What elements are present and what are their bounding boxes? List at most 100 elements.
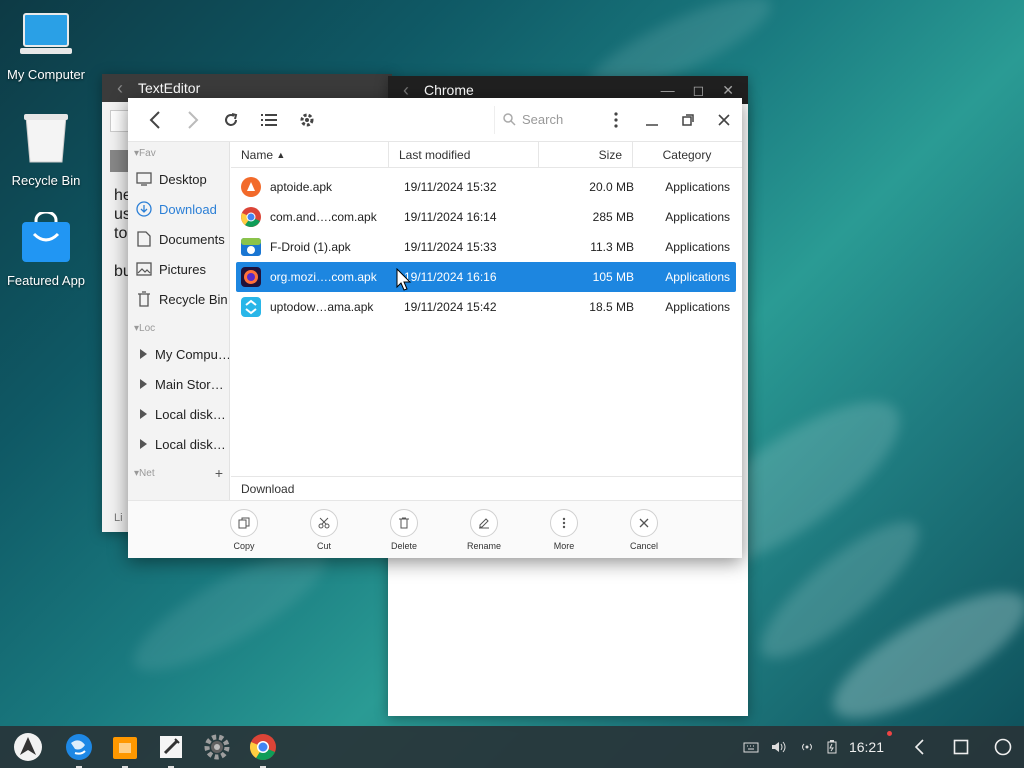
file-row[interactable]: aptoide.apk 19/11/2024 15:32 20.0 MB App… bbox=[236, 172, 736, 202]
start-menu-button[interactable] bbox=[0, 726, 56, 768]
file-modified: 19/11/2024 15:32 bbox=[404, 180, 497, 194]
file-name: com.and….com.apk bbox=[270, 210, 377, 224]
column-header-size[interactable]: Size bbox=[539, 142, 633, 167]
back-button[interactable] bbox=[136, 101, 174, 139]
refresh-button[interactable] bbox=[212, 101, 250, 139]
network-icon[interactable] bbox=[799, 740, 815, 754]
column-header-label: Last modified bbox=[399, 147, 471, 162]
section-label: Net bbox=[139, 467, 155, 479]
column-header-modified[interactable]: Last modified bbox=[389, 142, 539, 167]
chevron-right-icon bbox=[188, 110, 199, 129]
cancel-button[interactable]: Cancel bbox=[604, 501, 684, 558]
minimize-icon[interactable]: — bbox=[661, 82, 675, 99]
view-list-button[interactable] bbox=[250, 101, 288, 139]
volume-icon[interactable] bbox=[771, 740, 787, 754]
sidebar-item-pictures[interactable]: Pictures bbox=[128, 254, 229, 284]
column-header-category[interactable]: Category bbox=[633, 142, 741, 167]
firefox-icon bbox=[241, 267, 261, 287]
close-icon[interactable]: ✕ bbox=[722, 82, 734, 99]
expand-arrow-icon[interactable] bbox=[140, 349, 147, 359]
sidebar-item-desktop[interactable]: Desktop bbox=[128, 164, 229, 194]
sidebar-item-my-computer[interactable]: My Compu… bbox=[128, 339, 229, 369]
circle-home-icon bbox=[994, 738, 1012, 756]
sidebar-item-local-disk[interactable]: Local disk… bbox=[128, 399, 229, 429]
laptop-icon bbox=[0, 12, 94, 61]
more-button[interactable]: More bbox=[524, 501, 604, 558]
column-headers: Name ▲ Last modified Size Category bbox=[231, 142, 742, 168]
expand-arrow-icon[interactable] bbox=[140, 379, 147, 389]
sidebar-item-label: Local disk… bbox=[155, 436, 226, 452]
editor-toolbar-icon[interactable] bbox=[110, 150, 130, 172]
minimize-button[interactable] bbox=[634, 101, 670, 139]
close-icon bbox=[718, 113, 730, 126]
desktop-icon-my-computer[interactable]: My Computer bbox=[0, 12, 94, 82]
sidebar-item-download[interactable]: Download bbox=[128, 194, 229, 224]
sidebar-section-favorites[interactable]: ▾ Fav bbox=[128, 142, 229, 164]
close-button[interactable] bbox=[706, 101, 742, 139]
taskbar-app-text-editor[interactable] bbox=[148, 726, 194, 768]
current-path: Download bbox=[231, 476, 742, 500]
column-header-name[interactable]: Name ▲ bbox=[231, 142, 389, 167]
cut-button[interactable]: Cut bbox=[284, 501, 364, 558]
desktop-icon-recycle-bin[interactable]: Recycle Bin bbox=[0, 112, 94, 188]
sidebar-item-main-storage[interactable]: Main Stor… bbox=[128, 369, 229, 399]
refresh-icon bbox=[225, 112, 238, 126]
text-editor-icon bbox=[160, 736, 182, 758]
desktop-icon-label: Featured App bbox=[6, 273, 86, 288]
search-icon bbox=[503, 113, 516, 126]
editor-toolbar-icon[interactable] bbox=[110, 110, 130, 132]
sidebar-section-locations[interactable]: ▾ Loc bbox=[128, 317, 229, 339]
rename-button[interactable]: Rename bbox=[444, 501, 524, 558]
taskbar-app-browser[interactable] bbox=[56, 726, 102, 768]
settings-button[interactable] bbox=[288, 101, 326, 139]
forward-button[interactable] bbox=[174, 101, 212, 139]
file-row[interactable]: com.and….com.apk 19/11/2024 16:14 285 MB… bbox=[236, 202, 736, 232]
file-list: Name ▲ Last modified Size Category aptoi… bbox=[231, 142, 742, 500]
column-header-label: Name bbox=[241, 147, 274, 162]
taskbar-app-file-manager[interactable] bbox=[102, 726, 148, 768]
delete-button[interactable]: Delete bbox=[364, 501, 444, 558]
file-size: 20.0 MB bbox=[589, 180, 634, 194]
file-manager-window[interactable]: Search ▾ Fav Desktop Download Documents … bbox=[128, 98, 742, 558]
action-label: Cut bbox=[316, 541, 331, 551]
sidebar-item-label: Desktop bbox=[159, 171, 207, 187]
sidebar-item-label: Download bbox=[159, 201, 217, 217]
copy-icon bbox=[230, 509, 258, 537]
desktop-icon-label: My Computer bbox=[6, 67, 86, 82]
search-input[interactable]: Search bbox=[494, 105, 598, 134]
file-modified: 19/11/2024 16:16 bbox=[404, 270, 497, 284]
maximize-button[interactable] bbox=[670, 101, 706, 139]
clock[interactable]: 16:21 bbox=[849, 731, 892, 755]
file-row-selected[interactable]: org.mozi….com.apk 19/11/2024 16:16 105 M… bbox=[236, 262, 736, 292]
back-icon[interactable]: ‹ bbox=[102, 78, 138, 99]
scissors-icon bbox=[310, 509, 338, 537]
sidebar-item-label: Local disk… bbox=[155, 406, 226, 422]
battery-icon[interactable] bbox=[827, 740, 837, 754]
file-category: Applications bbox=[665, 240, 730, 254]
action-label: Delete bbox=[390, 541, 417, 551]
sidebar-item-documents[interactable]: Documents bbox=[128, 224, 229, 254]
file-row[interactable]: uptodow…ama.apk 19/11/2024 15:42 18.5 MB… bbox=[236, 292, 736, 322]
sidebar-item-local-disk[interactable]: Local disk… bbox=[128, 429, 229, 459]
fdroid-icon bbox=[241, 238, 261, 256]
nav-recents-button[interactable] bbox=[940, 726, 982, 768]
folder-icon bbox=[113, 737, 137, 759]
taskbar-app-settings[interactable] bbox=[194, 726, 240, 768]
sidebar-section-network[interactable]: ▾ Net + bbox=[128, 462, 229, 484]
file-category: Applications bbox=[665, 210, 730, 224]
nav-home-button[interactable] bbox=[982, 726, 1024, 768]
copy-button[interactable]: Copy bbox=[204, 501, 284, 558]
nav-back-button[interactable] bbox=[898, 726, 940, 768]
expand-arrow-icon[interactable] bbox=[140, 439, 147, 449]
taskbar-app-chrome[interactable] bbox=[240, 726, 286, 768]
sidebar-item-recycle-bin[interactable]: Recycle Bin bbox=[128, 284, 229, 314]
action-label: Cancel bbox=[629, 541, 658, 551]
maximize-icon[interactable]: ◻ bbox=[693, 82, 705, 99]
add-icon[interactable]: + bbox=[215, 465, 223, 481]
more-menu-button[interactable] bbox=[598, 101, 634, 139]
expand-arrow-icon[interactable] bbox=[140, 409, 147, 419]
keyboard-icon[interactable] bbox=[743, 741, 759, 753]
desktop-icon-featured-app[interactable]: Featured App bbox=[0, 210, 94, 288]
file-row[interactable]: F-Droid (1).apk 19/11/2024 15:33 11.3 MB… bbox=[236, 232, 736, 262]
file-size: 11.3 MB bbox=[590, 240, 634, 254]
